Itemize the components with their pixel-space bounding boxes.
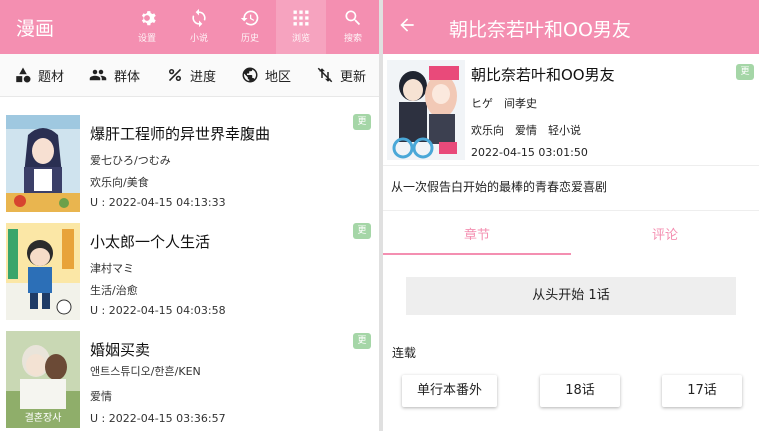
browse-label: 浏览 (291, 34, 310, 44)
manga-cover-image: 결혼장사 (6, 331, 80, 428)
manga-title: 婚姻买卖 (90, 341, 151, 359)
novel-button[interactable]: 小说 (174, 0, 224, 54)
manga-tags: 爱情 (90, 390, 112, 403)
back-arrow-icon[interactable] (397, 15, 417, 35)
filter-genre[interactable]: 题材 (14, 54, 64, 96)
filter-bar: 题材 群体 进度 地区 更新 (0, 54, 379, 97)
settings-button[interactable]: 设置 (122, 0, 172, 54)
manga-cover-image (6, 115, 80, 212)
detail-description: 从一次假告白开始的最棒的青春恋爱喜剧 (391, 180, 608, 194)
chapter-button[interactable]: 单行本番外 (402, 375, 497, 407)
detail-header-title: 朝比奈若叶和OO男友 (449, 19, 631, 41)
svg-text:결혼장사: 결혼장사 (25, 411, 62, 424)
shapes-icon (16, 67, 31, 83)
globe-icon (242, 67, 258, 83)
filter-progress[interactable]: 进度 (166, 54, 216, 96)
chapter-button[interactable]: 17话 (662, 375, 742, 407)
update-badge: 更 (353, 333, 371, 349)
filter-update-sort[interactable]: 更新 (316, 54, 366, 96)
detail-tags: 欢乐向 爱情 轻小说 (471, 124, 581, 137)
manga-tags: 欢乐向/美食 (90, 176, 149, 189)
update-badge: 更 (353, 223, 371, 239)
manga-detail-screen: 朝比奈若叶和OO男友 朝比奈若叶和OO男友 ヒゲ 间孝史 欢乐向 爱情 轻小说 … (383, 0, 759, 431)
history-label: 历史 (240, 34, 259, 44)
manga-author: 爱七ひろ/つむみ (90, 154, 171, 167)
search-icon (345, 10, 361, 26)
filter-progress-label: 进度 (190, 69, 217, 85)
grid-icon (293, 10, 309, 26)
detail-authors: ヒゲ 间孝史 (471, 97, 537, 110)
manga-cover-image (6, 223, 80, 320)
search-button[interactable]: 搜索 (328, 0, 378, 54)
tab-chapters[interactable]: 章节 (383, 217, 571, 255)
novel-label: 小说 (189, 34, 208, 44)
manga-author: 津村マミ (90, 262, 134, 275)
detail-update-time: 2022-04-15 03:01:50 (471, 146, 588, 159)
serialization-label: 连载 (392, 346, 417, 360)
manga-update-time: U : 2022-04-15 04:13:33 (90, 196, 226, 209)
update-badge: 更 (736, 64, 754, 80)
filter-audience-label: 群体 (114, 69, 141, 85)
gear-icon (141, 11, 156, 26)
manga-update-time: U : 2022-04-15 03:36:57 (90, 412, 226, 425)
manga-title: 小太郎一个人生活 (90, 233, 211, 251)
browse-button[interactable]: 浏览 (276, 0, 326, 54)
history-button[interactable]: 历史 (225, 0, 275, 54)
detail-app-bar: 朝比奈若叶和OO男友 (383, 0, 759, 54)
divider (383, 165, 759, 166)
detail-cover-image (387, 60, 465, 160)
sort-icon (317, 67, 333, 83)
filter-region[interactable]: 地区 (241, 54, 291, 96)
tab-comments[interactable]: 评论 (571, 217, 759, 255)
settings-label: 设置 (137, 34, 156, 44)
filter-genre-label: 题材 (38, 69, 65, 85)
manga-title: 爆肝工程师的异世界幸腹曲 (90, 125, 271, 143)
top-app-bar: 漫画 设置 小说 历史 浏览 搜索 (0, 0, 379, 54)
read-from-start-button[interactable]: 从头开始 1话 (406, 277, 736, 315)
manga-list-item[interactable]: 小太郎一个人生活 津村マミ 生活/治愈 U : 2022-04-15 04:03… (0, 217, 379, 326)
filter-audience[interactable]: 群体 (88, 54, 140, 96)
manga-tags: 生活/治愈 (90, 284, 138, 297)
filter-update-label: 更新 (340, 69, 367, 85)
percent-icon (168, 68, 182, 82)
sync-icon (192, 8, 206, 28)
manga-list-screen: 漫画 设置 小说 历史 浏览 搜索 题材 群体 进度 地区 更新 爆肝工程师的异… (0, 0, 379, 431)
chapter-button[interactable]: 18话 (540, 375, 620, 407)
search-label: 搜索 (343, 34, 362, 44)
people-icon (89, 69, 107, 81)
manga-update-time: U : 2022-04-15 04:03:58 (90, 304, 226, 317)
app-title: 漫画 (16, 18, 55, 40)
manga-list-item[interactable]: 결혼장사 婚姻买卖 앤트스튜디오/한흔/KEN 爱情 U : 2022-04-1… (0, 325, 379, 431)
active-tab-indicator (383, 253, 571, 255)
detail-tabs: 章节 评论 (383, 217, 759, 255)
history-icon (240, 10, 259, 26)
divider (383, 210, 759, 211)
manga-list-item[interactable]: 爆肝工程师的异世界幸腹曲 爱七ひろ/つむみ 欢乐向/美食 U : 2022-04… (0, 109, 379, 218)
update-badge: 更 (353, 114, 371, 130)
manga-author: 앤트스튜디오/한흔/KEN (90, 365, 201, 378)
detail-title: 朝比奈若叶和OO男友 (471, 66, 615, 84)
filter-region-label: 地区 (265, 69, 292, 85)
